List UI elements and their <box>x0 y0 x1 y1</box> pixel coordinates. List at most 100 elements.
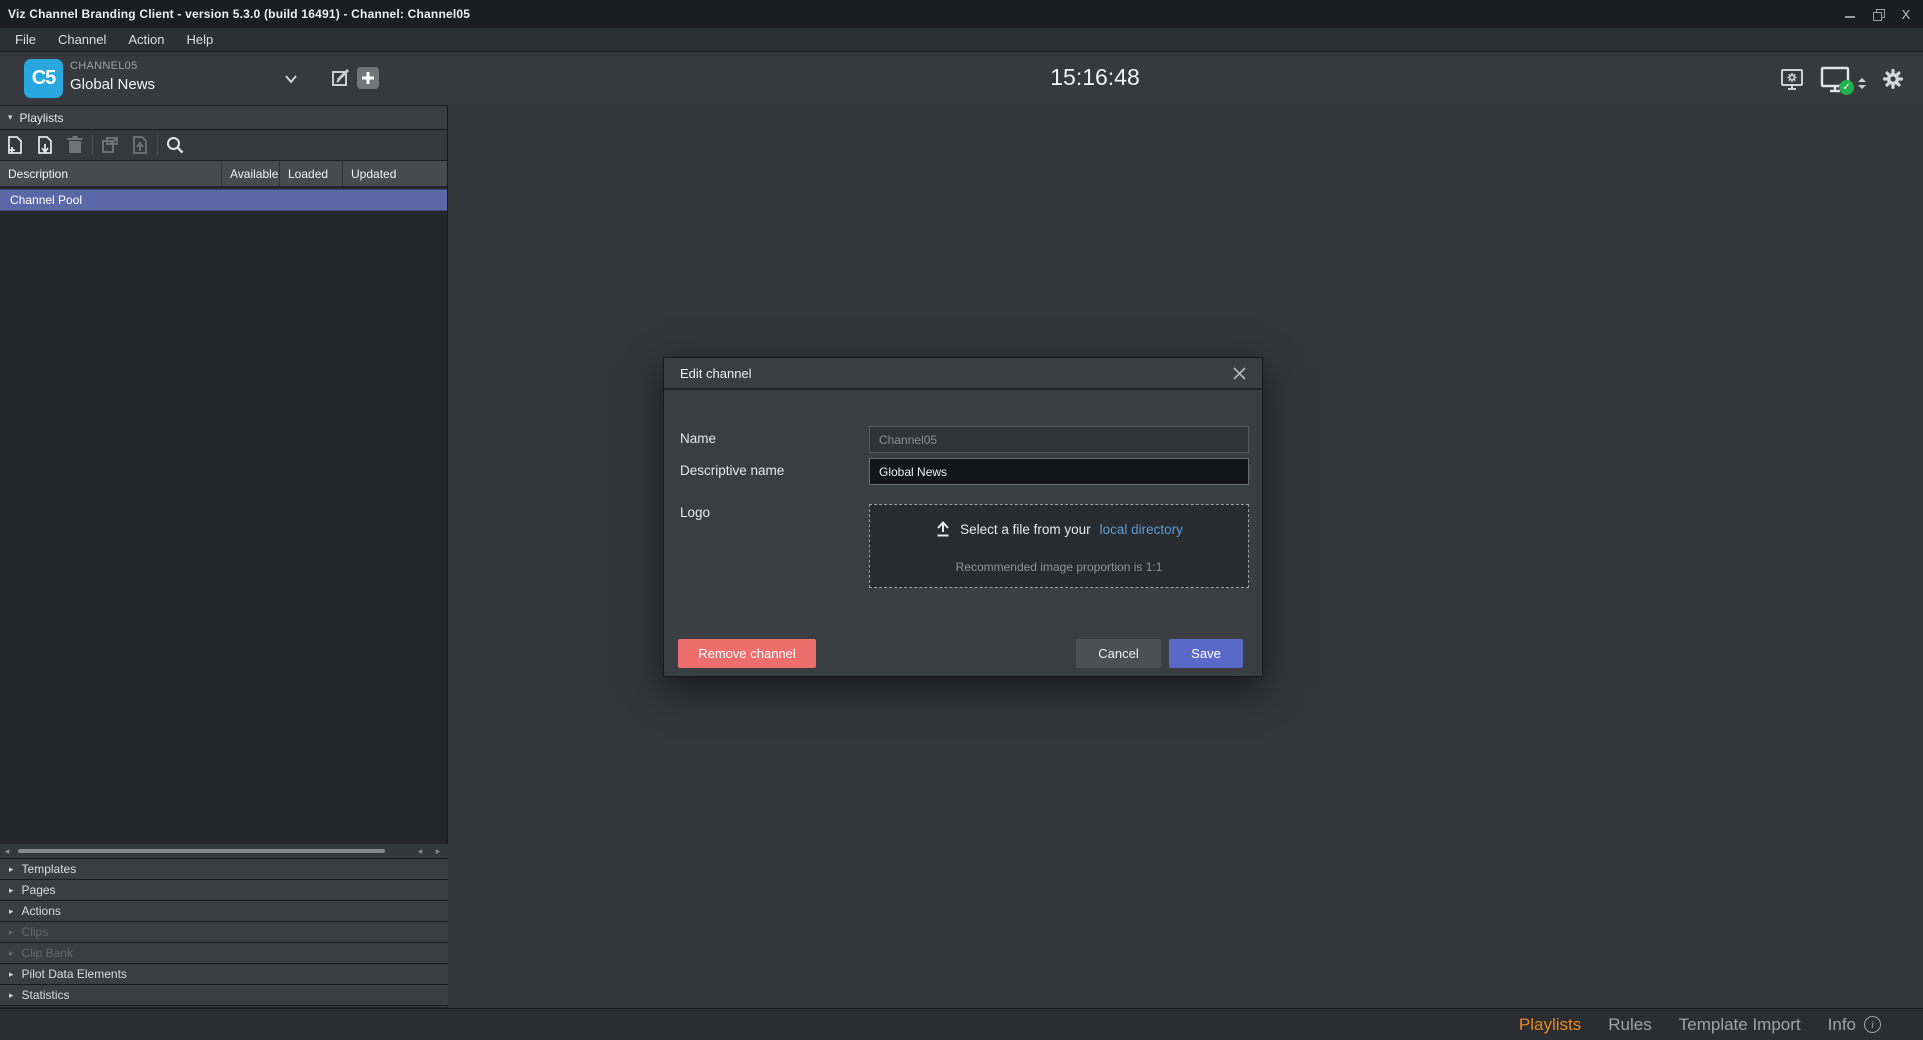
section-label: Clip Bank <box>22 946 73 960</box>
descriptive-name-field-label: Descriptive name <box>680 463 784 478</box>
menu-help[interactable]: Help <box>176 28 225 51</box>
playlist-table-header: Description Available Loaded Updated <box>0 161 447 186</box>
dialog-close-button[interactable] <box>1233 367 1246 380</box>
title-bar: Viz Channel Branding Client - version 5.… <box>0 0 1923 28</box>
channel-logo[interactable]: C5 <box>24 59 63 98</box>
save-button[interactable]: Save <box>1169 639 1243 668</box>
dropzone-text: Select a file from your <box>960 522 1091 537</box>
scrollbar-track[interactable] <box>16 849 411 853</box>
collapsed-triangle-icon: ▸ <box>9 864 14 875</box>
scrollbar-thumb[interactable] <box>18 849 385 853</box>
new-playlist-button[interactable] <box>0 131 30 159</box>
name-field-label: Name <box>680 431 716 446</box>
sidebar-sections: ▸ Templates ▸ Pages ▸ Actions ▸ Clips ▸ … <box>0 858 448 1007</box>
descriptive-name-field[interactable]: Global News <box>869 458 1249 485</box>
dropzone-hint: Recommended image proportion is 1:1 <box>870 560 1248 574</box>
edit-channel-dialog: Edit channel Name Channel05 Descriptive … <box>663 357 1263 677</box>
close-button[interactable]: X <box>1899 7 1913 21</box>
channel-bar-actions: ✓ <box>1779 62 1905 96</box>
name-field: Channel05 <box>869 426 1249 453</box>
close-x-icon <box>1233 367 1246 380</box>
logo-field-label: Logo <box>680 505 710 520</box>
name-field-value: Channel05 <box>879 433 937 447</box>
sidebar: ▾ Playlists <box>0 105 448 1008</box>
local-directory-link[interactable]: local directory <box>1100 522 1183 537</box>
playlist-row-label: Channel Pool <box>10 193 82 207</box>
toolbar-separator <box>92 135 93 155</box>
minimize-icon <box>1845 16 1855 18</box>
descriptive-name-field-value: Global News <box>879 465 947 479</box>
restore-button[interactable] <box>1871 7 1885 21</box>
search-playlist-button[interactable] <box>160 131 190 159</box>
collapsed-triangle-icon: ▸ <box>9 948 14 959</box>
channel-name-label: Global News <box>70 76 155 93</box>
application-window: Viz Channel Branding Client - version 5.… <box>0 0 1923 1040</box>
section-label: Statistics <box>22 988 70 1002</box>
playout-status-button[interactable]: ✓ <box>1820 65 1852 93</box>
on-air-clock: 15:16:48 <box>1025 64 1165 91</box>
collapsed-triangle-icon: ▸ <box>9 927 14 938</box>
scroll-left-icon[interactable]: ◂ <box>0 846 14 857</box>
section-label: Templates <box>22 862 77 876</box>
restore-icon <box>1873 9 1883 19</box>
tab-playlists[interactable]: Playlists <box>1519 1015 1581 1035</box>
scroll-left-icon[interactable]: ◂ <box>413 846 427 857</box>
collapsed-triangle-icon: ▸ <box>9 885 14 896</box>
add-channel-button[interactable] <box>357 67 379 89</box>
tab-rules[interactable]: Rules <box>1608 1015 1651 1035</box>
column-description[interactable]: Description <box>0 161 221 186</box>
edit-channel-button[interactable] <box>330 67 352 89</box>
dialog-header[interactable]: Edit channel <box>664 358 1262 390</box>
dialog-title: Edit channel <box>680 366 752 381</box>
column-updated[interactable]: Updated <box>342 161 447 186</box>
import-playlist-button[interactable] <box>30 131 60 159</box>
window-title: Viz Channel Branding Client - version 5.… <box>8 7 470 21</box>
activate-playlist-button[interactable] <box>95 131 125 159</box>
playlist-row-channel-pool[interactable]: Channel Pool <box>0 189 447 211</box>
file-arrow-up-icon <box>130 135 150 155</box>
trash-icon <box>66 135 84 155</box>
sidebar-item-actions[interactable]: ▸ Actions <box>0 900 448 921</box>
sidebar-item-pilot-data-elements[interactable]: ▸ Pilot Data Elements <box>0 963 448 984</box>
settings-button[interactable] <box>1881 67 1905 91</box>
copy-check-icon <box>100 135 120 155</box>
status-dropdown-arrows[interactable] <box>1858 78 1866 89</box>
channel-selector-dropdown[interactable] <box>282 70 300 88</box>
file-plus-icon <box>5 135 25 155</box>
collapsed-triangle-icon: ▸ <box>9 990 14 1001</box>
horizontal-scrollbar[interactable]: ◂ ◂ ▸ <box>0 844 448 858</box>
scroll-right-icon[interactable]: ▸ <box>431 846 445 857</box>
menu-file[interactable]: File <box>4 28 47 51</box>
upload-icon <box>935 521 951 537</box>
sidebar-item-clip-bank: ▸ Clip Bank <box>0 942 448 963</box>
playlists-toolbar <box>0 130 447 161</box>
file-arrow-down-icon <box>35 135 55 155</box>
sections-divider <box>0 1005 448 1007</box>
delete-playlist-button[interactable] <box>60 131 90 159</box>
sidebar-item-pages[interactable]: ▸ Pages <box>0 879 448 900</box>
edit-pencil-icon <box>330 67 352 89</box>
arrow-down-icon <box>1858 85 1866 89</box>
column-available[interactable]: Available <box>221 161 279 186</box>
remove-channel-button[interactable]: Remove channel <box>678 639 816 668</box>
logo-dropzone[interactable]: Select a file from your local directory … <box>869 504 1249 588</box>
collapsed-triangle-icon: ▸ <box>9 906 14 917</box>
tab-template-import[interactable]: Template Import <box>1679 1015 1801 1035</box>
sidebar-item-templates[interactable]: ▸ Templates <box>0 858 448 879</box>
output-settings-button[interactable] <box>1779 66 1805 92</box>
close-icon: X <box>1902 8 1911 21</box>
cancel-button[interactable]: Cancel <box>1076 639 1161 668</box>
sidebar-item-statistics[interactable]: ▸ Statistics <box>0 984 448 1005</box>
collapsed-triangle-icon: ▸ <box>9 969 14 980</box>
search-icon <box>165 135 185 155</box>
tab-info[interactable]: Info i <box>1828 1015 1881 1035</box>
menu-action[interactable]: Action <box>117 28 175 51</box>
column-loaded[interactable]: Loaded <box>279 161 342 186</box>
minimize-button[interactable] <box>1843 7 1857 21</box>
export-playlist-button[interactable] <box>125 131 155 159</box>
section-label: Actions <box>22 904 61 918</box>
playlists-section-header[interactable]: ▾ Playlists <box>0 105 447 130</box>
menu-channel[interactable]: Channel <box>47 28 117 51</box>
expanded-triangle-icon: ▾ <box>8 112 13 123</box>
sidebar-item-clips: ▸ Clips <box>0 921 448 942</box>
